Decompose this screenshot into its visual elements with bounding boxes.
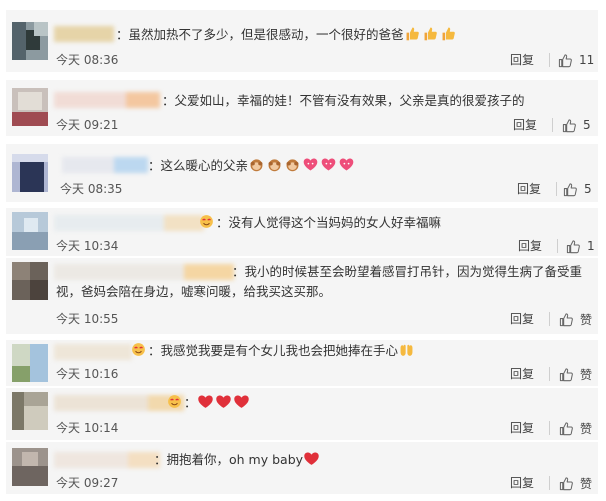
heart-face-emoji: [320, 156, 337, 173]
thumbs-up-emoji: [404, 25, 421, 42]
comment-item: ：我感觉我要是有个女儿我也会把她捧在手心 今天 10:16 回复 赞: [6, 340, 598, 386]
reply-button[interactable]: 回复: [517, 180, 541, 197]
thumbs-up-emoji: [440, 25, 457, 42]
comment-text: ：我感觉我要是有个女儿我也会把她捧在手心: [130, 341, 416, 361]
reply-button[interactable]: 回复: [510, 419, 534, 436]
comment-item: ： 今天 10:14 回复 赞: [6, 388, 598, 440]
divider: [549, 476, 550, 490]
like-count: 赞: [580, 476, 593, 491]
comment-text: ：我小的时候甚至会盼望着感冒打吊针，因为觉得生病了备受重视，爸妈会陪在身边，嘘寒…: [56, 264, 583, 299]
comment-time: 今天 09:21: [56, 118, 119, 132]
like-button[interactable]: 11: [558, 52, 594, 68]
like-button[interactable]: 赞: [559, 366, 592, 382]
reply-button[interactable]: 回复: [513, 116, 537, 133]
comment-text: ：虽然加热不了多少，但是很感动，一个很好的爸爸: [116, 25, 458, 45]
comment-time: 今天 10:55: [56, 312, 119, 326]
comment-text: ：这么暖心的父亲: [148, 156, 356, 176]
comment-time: 今天 09:27: [56, 476, 119, 490]
like-button[interactable]: 赞: [559, 475, 592, 491]
heart-emoji: [197, 393, 214, 410]
comment-item: ：没有人觉得这个当妈妈的女人好幸福嘛 今天 10:34 回复 1: [6, 208, 598, 256]
like-count: 赞: [580, 367, 593, 382]
thumbs-up-outline-icon: [559, 312, 573, 326]
like-button[interactable]: 赞: [559, 420, 592, 436]
avatar[interactable]: [12, 154, 48, 192]
username-blurred[interactable]: [54, 215, 204, 231]
comment-item: ：父爱如山，幸福的娃！不管有没有效果，父亲是真的很爱孩子的 今天 09:21 回…: [6, 80, 598, 136]
thumbs-up-outline-icon: [559, 367, 573, 381]
monkey-emoji: [248, 156, 265, 173]
comment-text: ：拥抱着你，oh my baby: [154, 450, 321, 470]
like-count: 11: [579, 53, 595, 67]
reply-button[interactable]: 回复: [510, 365, 534, 382]
monkey-emoji: [284, 156, 301, 173]
comment-time: 今天 10:34: [56, 239, 119, 253]
divider: [556, 182, 557, 196]
comment-text: ：没有人觉得这个当妈妈的女人好幸福嘛: [198, 213, 441, 233]
smile-emoji: [166, 393, 183, 410]
heart-face-emoji: [302, 156, 319, 173]
divider: [549, 367, 550, 381]
smile-emoji: [198, 213, 215, 230]
heart-emoji: [233, 393, 250, 410]
divider: [549, 312, 550, 326]
like-button[interactable]: 赞: [559, 311, 592, 327]
avatar[interactable]: [12, 212, 48, 250]
like-button[interactable]: 5: [562, 117, 591, 133]
divider: [552, 118, 553, 132]
divider: [549, 53, 550, 67]
comment-item: ：这么暖心的父亲 今天 08:35 回复 5: [6, 144, 598, 202]
thumbs-up-outline-icon: [566, 239, 580, 253]
avatar[interactable]: [12, 88, 48, 126]
smile-emoji: [130, 341, 147, 358]
heart-face-emoji: [338, 156, 355, 173]
comment-item: ：拥抱着你，oh my baby 今天 09:27 回复 赞: [6, 442, 598, 494]
avatar[interactable]: [12, 448, 48, 486]
monkey-emoji: [266, 156, 283, 173]
username-blurred[interactable]: [54, 26, 114, 42]
comment-time: 今天 08:35: [60, 182, 123, 196]
comment-text: ：: [166, 393, 251, 413]
like-count: 1: [587, 239, 595, 253]
avatar[interactable]: [12, 262, 48, 300]
username-blurred[interactable]: [54, 452, 160, 468]
comment-item: ：我小的时候甚至会盼望着感冒打吊针，因为觉得生病了备受重视，爸妈会陪在身边，嘘寒…: [6, 258, 598, 334]
thumbs-up-outline-icon: [558, 53, 572, 67]
like-count: 赞: [580, 421, 593, 436]
heart-emoji: [303, 450, 320, 467]
reply-button[interactable]: 回复: [510, 474, 534, 491]
heart-emoji: [215, 393, 232, 410]
comment-text: ：父爱如山，幸福的娃！不管有没有效果，父亲是真的很爱孩子的: [162, 93, 525, 108]
reply-button[interactable]: 回复: [518, 237, 542, 254]
like-button[interactable]: 5: [563, 181, 592, 197]
username-blurred[interactable]: [54, 395, 184, 411]
avatar[interactable]: [12, 344, 48, 382]
thumbs-up-outline-icon: [559, 476, 573, 490]
comment-time: 今天 10:16: [56, 367, 119, 381]
thumbs-up-outline-icon: [563, 182, 577, 196]
comment-time: 今天 10:14: [56, 421, 119, 435]
username-blurred[interactable]: [62, 157, 148, 173]
divider: [557, 239, 558, 253]
like-count: 5: [583, 118, 591, 132]
like-button[interactable]: 1: [566, 238, 595, 254]
username-blurred[interactable]: [54, 92, 160, 108]
username-blurred[interactable]: [54, 344, 132, 360]
palms-emoji: [398, 341, 415, 358]
thumbs-up-emoji: [422, 25, 439, 42]
comment-time: 今天 08:36: [56, 53, 119, 67]
avatar[interactable]: [12, 392, 48, 430]
reply-button[interactable]: 回复: [510, 310, 534, 327]
thumbs-up-outline-icon: [562, 118, 576, 132]
like-count: 5: [584, 182, 592, 196]
thumbs-up-outline-icon: [559, 421, 573, 435]
comment-item: ：虽然加热不了多少，但是很感动，一个很好的爸爸 今天 08:36 回复 11: [6, 10, 598, 72]
avatar[interactable]: [12, 22, 48, 60]
like-count: 赞: [580, 312, 593, 327]
reply-button[interactable]: 回复: [510, 51, 534, 68]
divider: [549, 421, 550, 435]
